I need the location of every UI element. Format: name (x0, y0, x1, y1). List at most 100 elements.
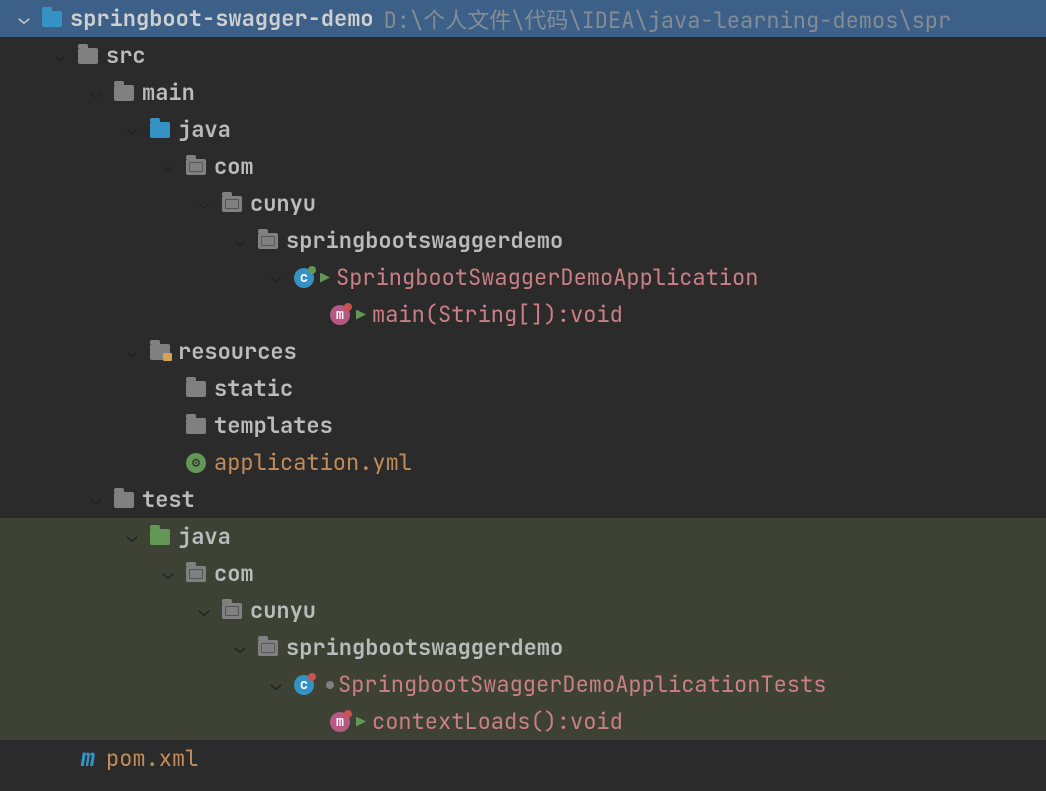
run-icon (320, 273, 330, 283)
tree-row[interactable]: ⌄ java (0, 518, 1046, 555)
chevron-down-icon[interactable]: ⌄ (118, 343, 146, 361)
tree-row[interactable]: ⌄ static (0, 370, 1046, 407)
tree-row[interactable]: ⌄ c SpringbootSwaggerDemoApplication (0, 259, 1046, 296)
test-class-icon: c (290, 675, 318, 695)
chevron-down-icon[interactable]: ⌄ (226, 639, 254, 657)
indent (0, 166, 154, 167)
chevron-down-icon[interactable]: ⌄ (190, 195, 218, 213)
folder-icon (182, 381, 210, 397)
method-label: main(String[]):void (368, 300, 623, 329)
tree-row[interactable]: ⌄ c SpringbootSwaggerDemoApplicationTest… (0, 666, 1046, 703)
package-label: cunyu (246, 596, 316, 625)
method-label: contextLoads():void (368, 707, 623, 736)
package-label: com (210, 152, 254, 181)
tree-row[interactable]: ⌄ cunyu (0, 185, 1046, 222)
class-label: SpringbootSwaggerDemoApplicationTests (334, 670, 826, 699)
indent (0, 536, 118, 537)
tree-row-root[interactable]: ⌄ springboot-swagger-demo D:\个人文件\代码\IDE… (0, 0, 1046, 37)
method-icon: m (326, 712, 354, 732)
source-folder-icon (146, 122, 174, 138)
indent (0, 425, 154, 426)
chevron-down-icon[interactable]: ⌄ (262, 676, 290, 694)
chevron-down-icon[interactable]: ⌄ (118, 528, 146, 546)
tree-row[interactable]: ⌄ application.yml (0, 444, 1046, 481)
folder-icon (74, 48, 102, 64)
chevron-down-icon[interactable]: ⌄ (46, 47, 74, 65)
folder-label: main (138, 78, 195, 107)
indent (0, 55, 46, 56)
tree-row[interactable]: ⌄ templates (0, 407, 1046, 444)
chevron-down-icon[interactable]: ⌄ (262, 269, 290, 287)
folder-icon (110, 492, 138, 508)
tree-row[interactable]: ⌄ com (0, 555, 1046, 592)
folder-label: java (174, 522, 231, 551)
chevron-down-icon[interactable]: ⌄ (82, 491, 110, 509)
folder-label: templates (210, 411, 333, 440)
tree-row[interactable]: ⌄ m main(String[]):void (0, 296, 1046, 333)
indent (0, 351, 118, 352)
test-folder-icon (146, 529, 174, 545)
chevron-down-icon[interactable]: ⌄ (226, 232, 254, 250)
tree-row[interactable]: ⌄ resources (0, 333, 1046, 370)
package-icon (182, 566, 210, 582)
run-icon (356, 310, 366, 320)
tree-row[interactable]: ⌄ test (0, 481, 1046, 518)
folder-label: resources (174, 337, 297, 366)
package-icon (218, 196, 246, 212)
chevron-down-icon[interactable]: ⌄ (82, 84, 110, 102)
package-icon (254, 233, 282, 249)
chevron-down-icon[interactable]: ⌄ (190, 602, 218, 620)
package-label: springbootswaggerdemo (282, 633, 563, 662)
package-label: cunyu (246, 189, 316, 218)
folder-icon (182, 418, 210, 434)
tree-row[interactable]: ⌄ main (0, 74, 1046, 111)
tree-row[interactable]: ⌄ cunyu (0, 592, 1046, 629)
indent (0, 684, 262, 685)
file-label: application.yml (210, 448, 412, 477)
resources-folder-icon (146, 344, 174, 360)
tree-row[interactable]: ⌄ m pom.xml (0, 740, 1046, 777)
tree-row[interactable]: ⌄ src (0, 37, 1046, 74)
folder-icon (110, 85, 138, 101)
package-icon (254, 640, 282, 656)
indent (0, 240, 226, 241)
package-icon (218, 603, 246, 619)
folder-icon (38, 11, 66, 27)
project-name: springboot-swagger-demo (66, 4, 374, 33)
tree-row[interactable]: ⌄ m contextLoads():void (0, 703, 1046, 740)
indent (0, 721, 298, 722)
package-label: com (210, 559, 254, 588)
indent (0, 92, 82, 93)
tree-row[interactable]: ⌄ springbootswaggerdemo (0, 222, 1046, 259)
class-label: SpringbootSwaggerDemoApplication (332, 263, 758, 292)
indent (0, 129, 118, 130)
indent (0, 314, 298, 315)
indent (0, 277, 262, 278)
chevron-down-icon[interactable]: ⌄ (154, 565, 182, 583)
indent (0, 388, 154, 389)
indent (0, 203, 190, 204)
dot-icon (326, 681, 334, 689)
folder-label: static (210, 374, 293, 403)
project-path: D:\个人文件\代码\IDEA\java-learning-demos\spr (374, 3, 952, 35)
folder-label: java (174, 115, 231, 144)
tree-row[interactable]: ⌄ com (0, 148, 1046, 185)
project-tree[interactable]: ⌄ springboot-swagger-demo D:\个人文件\代码\IDE… (0, 0, 1046, 777)
tree-row[interactable]: ⌄ java (0, 111, 1046, 148)
indent (0, 462, 154, 463)
chevron-down-icon[interactable]: ⌄ (154, 158, 182, 176)
package-icon (182, 159, 210, 175)
yml-icon (182, 453, 210, 473)
run-icon (356, 717, 366, 727)
indent (0, 18, 10, 19)
maven-icon: m (74, 743, 102, 774)
chevron-down-icon[interactable]: ⌄ (118, 121, 146, 139)
class-icon: c (290, 268, 318, 288)
file-label: pom.xml (102, 744, 198, 773)
folder-label: src (102, 41, 146, 70)
chevron-down-icon[interactable]: ⌄ (10, 10, 38, 28)
package-label: springbootswaggerdemo (282, 226, 563, 255)
tree-row[interactable]: ⌄ springbootswaggerdemo (0, 629, 1046, 666)
indent (0, 573, 154, 574)
indent (0, 610, 190, 611)
